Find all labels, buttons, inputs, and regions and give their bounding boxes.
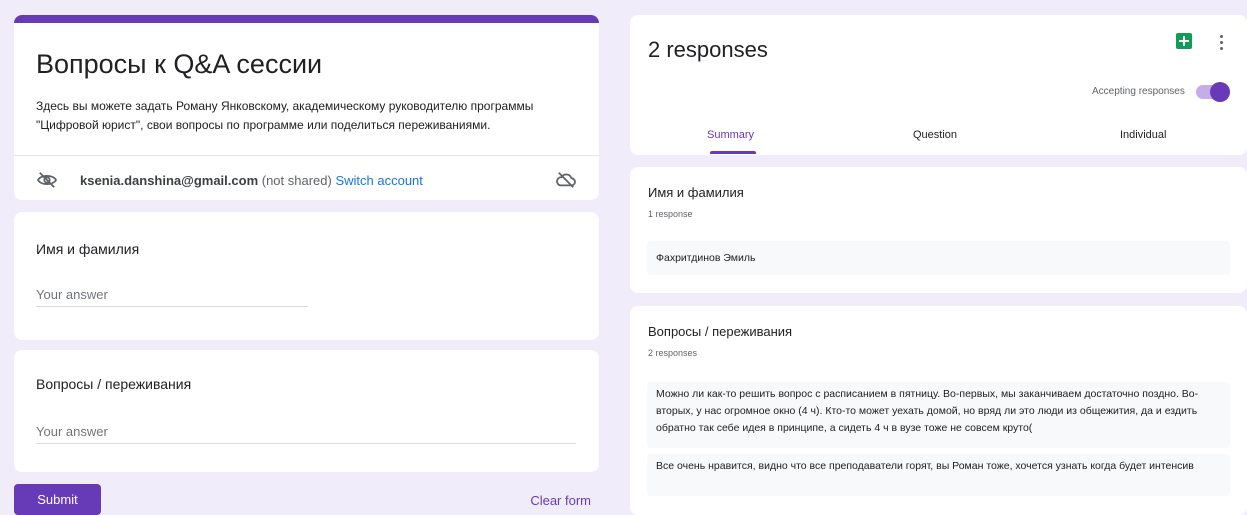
response-summary-card: Вопросы / переживания 2 responses Можно … [630,306,1247,515]
response-answer: Можно ли как-то решить вопрос с расписан… [647,382,1230,448]
switch-account-link[interactable]: Switch account [335,173,422,188]
clear-form-button[interactable]: Clear form [530,493,591,508]
question-label: Вопросы / переживания [36,376,192,392]
response-answer: Все очень нравится, видно что все препод… [647,454,1230,496]
responses-header-card: 2 responses Accepting responses Summary … [630,15,1247,155]
cloud-icon [556,172,576,188]
answer-textarea[interactable]: Your answer [36,424,108,444]
question-card: Имя и фамилия Your answer [14,212,599,340]
google-sheets-icon[interactable] [1176,33,1192,49]
eye-off-icon [36,172,58,188]
account-info: ksenia.danshina@gmail.com (not shared) S… [80,173,423,188]
tab-summary[interactable]: Summary [707,129,754,141]
answer-underline [36,306,308,307]
form-title: Вопросы к Q&A сессии [36,49,323,79]
answer-underline [36,443,576,444]
response-count: 2 responses [648,348,698,358]
answer-input[interactable]: Your answer [36,287,108,307]
form-description: Здесь вы можете задать Роману Янковскому… [36,99,534,132]
response-answer: Фахритдинов Эмиль [647,241,1230,275]
question-label: Имя и фамилия [36,241,140,257]
account-row: ksenia.danshina@gmail.com (not shared) S… [36,170,577,192]
account-email: ksenia.danshina@gmail.com [80,173,259,188]
tab-individual[interactable]: Individual [1120,129,1166,141]
response-summary-card: Имя и фамилия 1 response Фахритдинов Эми… [630,167,1247,293]
divider [14,155,599,156]
accepting-responses-toggle[interactable] [1196,82,1230,102]
question-card: Вопросы / переживания Your answer [14,350,599,472]
toggle-knob [1210,82,1230,102]
response-question-label: Вопросы / переживания [648,324,793,339]
more-vert-icon[interactable] [1220,35,1224,51]
not-shared-label: (not shared) [258,173,336,188]
response-count: 1 response [648,209,693,219]
form-header-card: Вопросы к Q&A сессии Здесь вы можете зад… [14,15,599,200]
response-question-label: Имя и фамилия [648,185,744,200]
accepting-responses-label: Accepting responses [1092,86,1185,97]
active-tab-indicator [710,151,756,154]
tab-question[interactable]: Question [913,129,957,141]
submit-button[interactable]: Submit [14,484,101,515]
responses-count: 2 responses [648,37,768,62]
